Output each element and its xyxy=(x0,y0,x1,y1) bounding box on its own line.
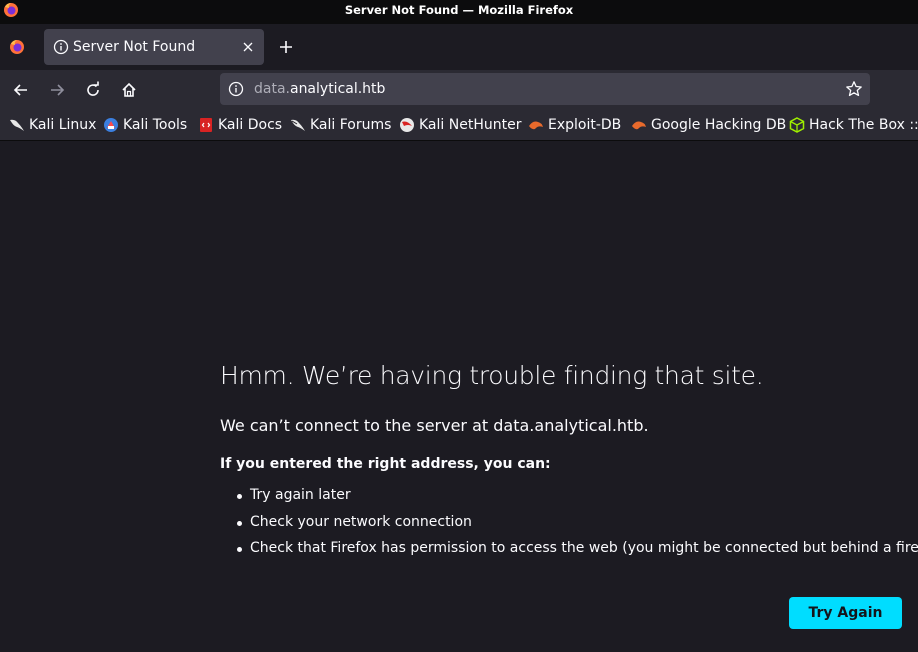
error-page: Hmm. We’re having trouble finding that s… xyxy=(0,141,918,652)
firefox-view-icon[interactable] xyxy=(9,39,25,55)
window-title: Server Not Found — Mozilla Firefox xyxy=(344,3,574,17)
bookmark-label: Kali Linux xyxy=(29,117,97,133)
url-text[interactable]: data.analytical.htb xyxy=(254,81,385,97)
hackthebox-icon xyxy=(789,117,805,133)
kali-docs-icon xyxy=(200,118,212,132)
error-description: We can’t connect to the server at data.a… xyxy=(220,416,649,435)
tab-label: Server Not Found xyxy=(73,39,196,55)
suggestion-item: Check that Firefox has permission to acc… xyxy=(236,540,918,567)
bookmark-label: Exploit-DB xyxy=(548,117,622,133)
suggestion-list: Try again later Check your network conne… xyxy=(236,487,918,567)
info-icon xyxy=(53,39,69,55)
reload-icon[interactable] xyxy=(84,81,102,99)
bookmark-kali-forums[interactable]: Kali Forums xyxy=(290,115,391,135)
window-titlebar: Server Not Found — Mozilla Firefox xyxy=(0,0,918,24)
kali-dragon-icon xyxy=(10,119,24,131)
bookmark-google-hacking-db[interactable]: Google Hacking DB xyxy=(631,115,786,135)
exploit-db-icon xyxy=(632,121,646,130)
bookmark-kali-docs[interactable]: Kali Docs xyxy=(198,115,282,135)
suggestion-item: Try again later xyxy=(236,487,918,514)
kali-tools-icon xyxy=(104,118,118,132)
bookmark-kali-linux[interactable]: Kali Linux xyxy=(9,115,96,135)
exploit-db-icon xyxy=(529,121,543,130)
bookmark-hack-the-box[interactable]: Hack The Box :: D xyxy=(789,115,918,135)
bookmark-label: Kali NetHunter xyxy=(419,117,522,133)
bookmark-kali-tools[interactable]: Kali Tools xyxy=(103,115,187,135)
tab-bar: Server Not Found xyxy=(0,24,918,70)
bookmark-label: Google Hacking DB xyxy=(651,117,787,133)
kali-nethunter-icon xyxy=(400,118,414,132)
home-icon[interactable] xyxy=(120,81,138,99)
error-subtitle: If you entered the right address, you ca… xyxy=(220,456,551,472)
url-subdomain: data. xyxy=(254,81,290,97)
bookmark-exploit-db[interactable]: Exploit-DB xyxy=(528,115,621,135)
bookmark-label: Kali Tools xyxy=(123,117,188,133)
bookmarks-toolbar: Kali Linux Kali Tools Kali Docs Kali For… xyxy=(0,110,918,141)
bookmark-label: Kali Docs xyxy=(218,117,283,133)
site-info-icon[interactable] xyxy=(228,81,244,97)
bookmark-label: Hack The Box :: D xyxy=(809,117,918,133)
suggestion-item: Check your network connection xyxy=(236,514,918,541)
error-title: Hmm. We’re having trouble finding that s… xyxy=(220,361,764,390)
back-arrow-icon[interactable] xyxy=(12,81,30,99)
bookmark-star-icon[interactable] xyxy=(845,80,863,98)
bookmark-kali-nethunter[interactable]: Kali NetHunter xyxy=(399,115,521,135)
try-again-button[interactable]: Try Again xyxy=(789,597,902,629)
new-tab-plus-icon[interactable] xyxy=(278,39,294,55)
tab-server-not-found[interactable]: Server Not Found xyxy=(44,29,264,65)
close-tab-icon[interactable] xyxy=(242,41,254,53)
bookmark-label: Kali Forums xyxy=(310,117,392,133)
forward-arrow-icon[interactable] xyxy=(48,81,66,99)
url-domain: analytical.htb xyxy=(289,81,386,97)
kali-forums-icon xyxy=(291,119,305,131)
navigation-toolbar: data.analytical.htb xyxy=(0,70,918,110)
address-bar[interactable]: data.analytical.htb xyxy=(220,73,870,105)
